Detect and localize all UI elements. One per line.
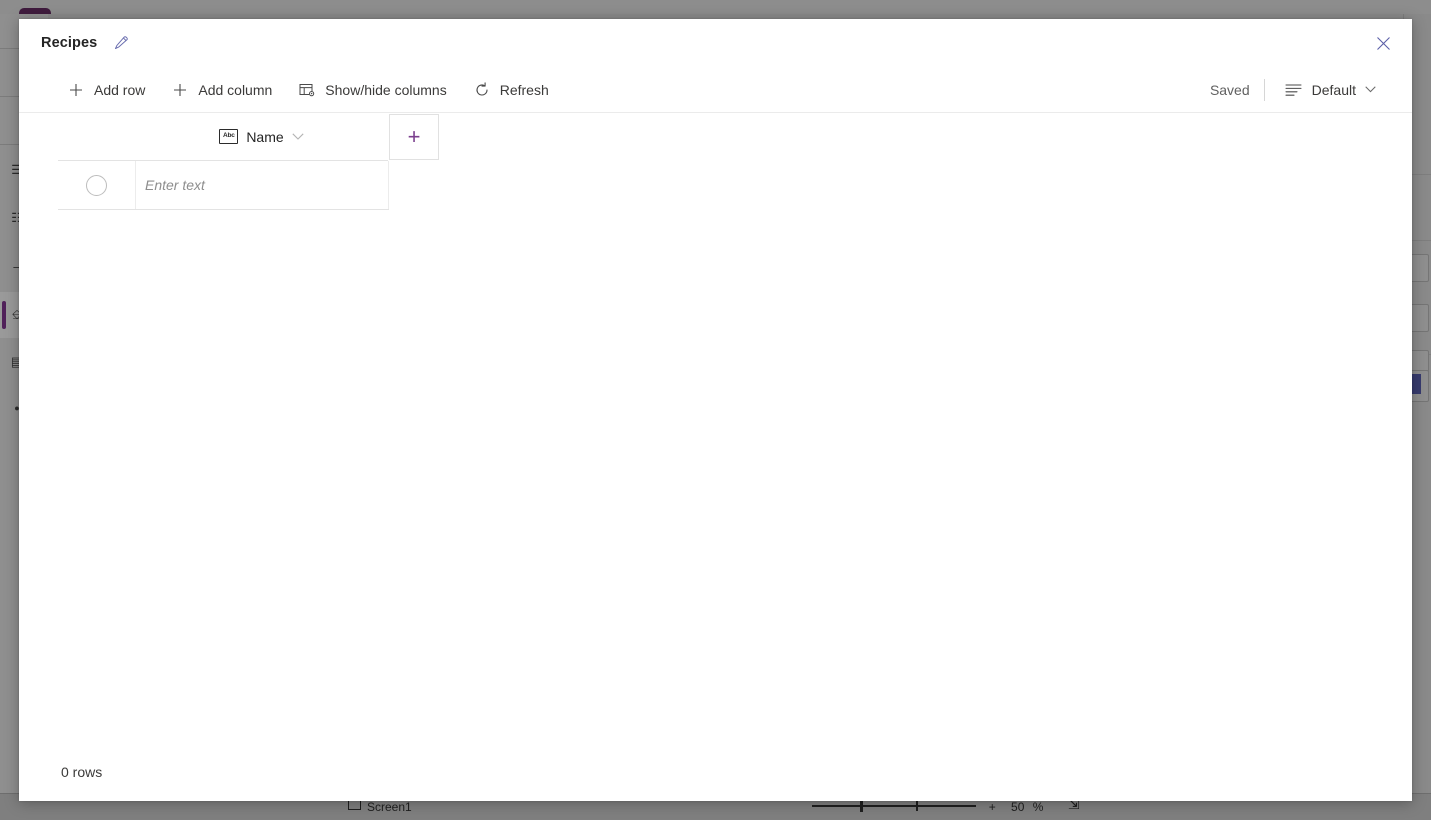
page-title: Recipes: [41, 35, 98, 51]
zoom-slider[interactable]: [812, 800, 977, 812]
dialog-command-bar: Add row Add column Show/hide columns Ref…: [19, 67, 1412, 113]
show-hide-columns-label: Show/hide columns: [325, 81, 447, 98]
chevron-down-icon: [1365, 84, 1376, 96]
plus-icon: [67, 81, 85, 99]
pencil-icon[interactable]: [109, 31, 133, 55]
view-selector-button[interactable]: Default: [1277, 75, 1384, 105]
add-column-button[interactable]: Add column: [165, 75, 282, 105]
data-table-dialog: Recipes Add row Add column Show/hide col…: [19, 19, 1412, 801]
dialog-title-bar: Recipes: [19, 19, 1412, 67]
app-top-bar: [0, 0, 1431, 14]
plus-icon: +: [407, 124, 421, 149]
zoom-level-value: 50: [1011, 800, 1025, 814]
grid-header-select-cell: [58, 113, 135, 161]
refresh-icon: [473, 81, 491, 99]
zoom-unit: %: [1032, 800, 1044, 814]
command-bar-right-group: Saved Default: [1210, 75, 1384, 105]
grid-header-row: Abc Name: [58, 113, 388, 161]
dialog-footer: 0 rows: [19, 743, 1412, 801]
table-row: Enter text: [58, 161, 389, 210]
column-header-label: Name: [246, 128, 284, 145]
add-column-label: Add column: [198, 81, 273, 98]
name-input-placeholder[interactable]: Enter text: [145, 177, 205, 193]
add-row-button[interactable]: Add row: [61, 75, 155, 105]
close-icon[interactable]: [1368, 29, 1398, 57]
data-grid: Abc Name + Enter text: [19, 113, 1412, 743]
show-hide-columns-button[interactable]: Show/hide columns: [292, 75, 456, 105]
view-name-label: Default: [1311, 81, 1356, 98]
zoom-in-button[interactable]: +: [989, 800, 996, 814]
zoom-slider-thumb[interactable]: [860, 800, 864, 812]
list-view-icon: [1285, 81, 1303, 99]
circle-select-icon[interactable]: [86, 174, 107, 196]
row-select-cell[interactable]: [58, 161, 136, 209]
refresh-label: Refresh: [499, 81, 549, 98]
plus-icon: [171, 81, 189, 99]
table-settings-icon: [298, 81, 316, 99]
divider: [1263, 78, 1265, 101]
selection-indicator: [2, 301, 6, 329]
new-row-name-cell[interactable]: Enter text: [136, 161, 389, 209]
text-type-icon: Abc: [219, 129, 239, 144]
refresh-button[interactable]: Refresh: [467, 75, 559, 105]
zoom-out-button[interactable]: minus-icon: [786, 801, 800, 821]
add-column-grid-button[interactable]: +: [389, 114, 439, 160]
column-header-name[interactable]: Abc Name: [135, 113, 388, 161]
add-row-label: Add row: [94, 81, 146, 98]
status-screen-label: Screen1: [367, 800, 412, 814]
row-count-label: 0 rows: [61, 764, 103, 780]
chevron-down-icon[interactable]: [292, 131, 304, 143]
status-badge: Saved: [1209, 81, 1250, 98]
zoom-slider-tick: [916, 801, 919, 811]
